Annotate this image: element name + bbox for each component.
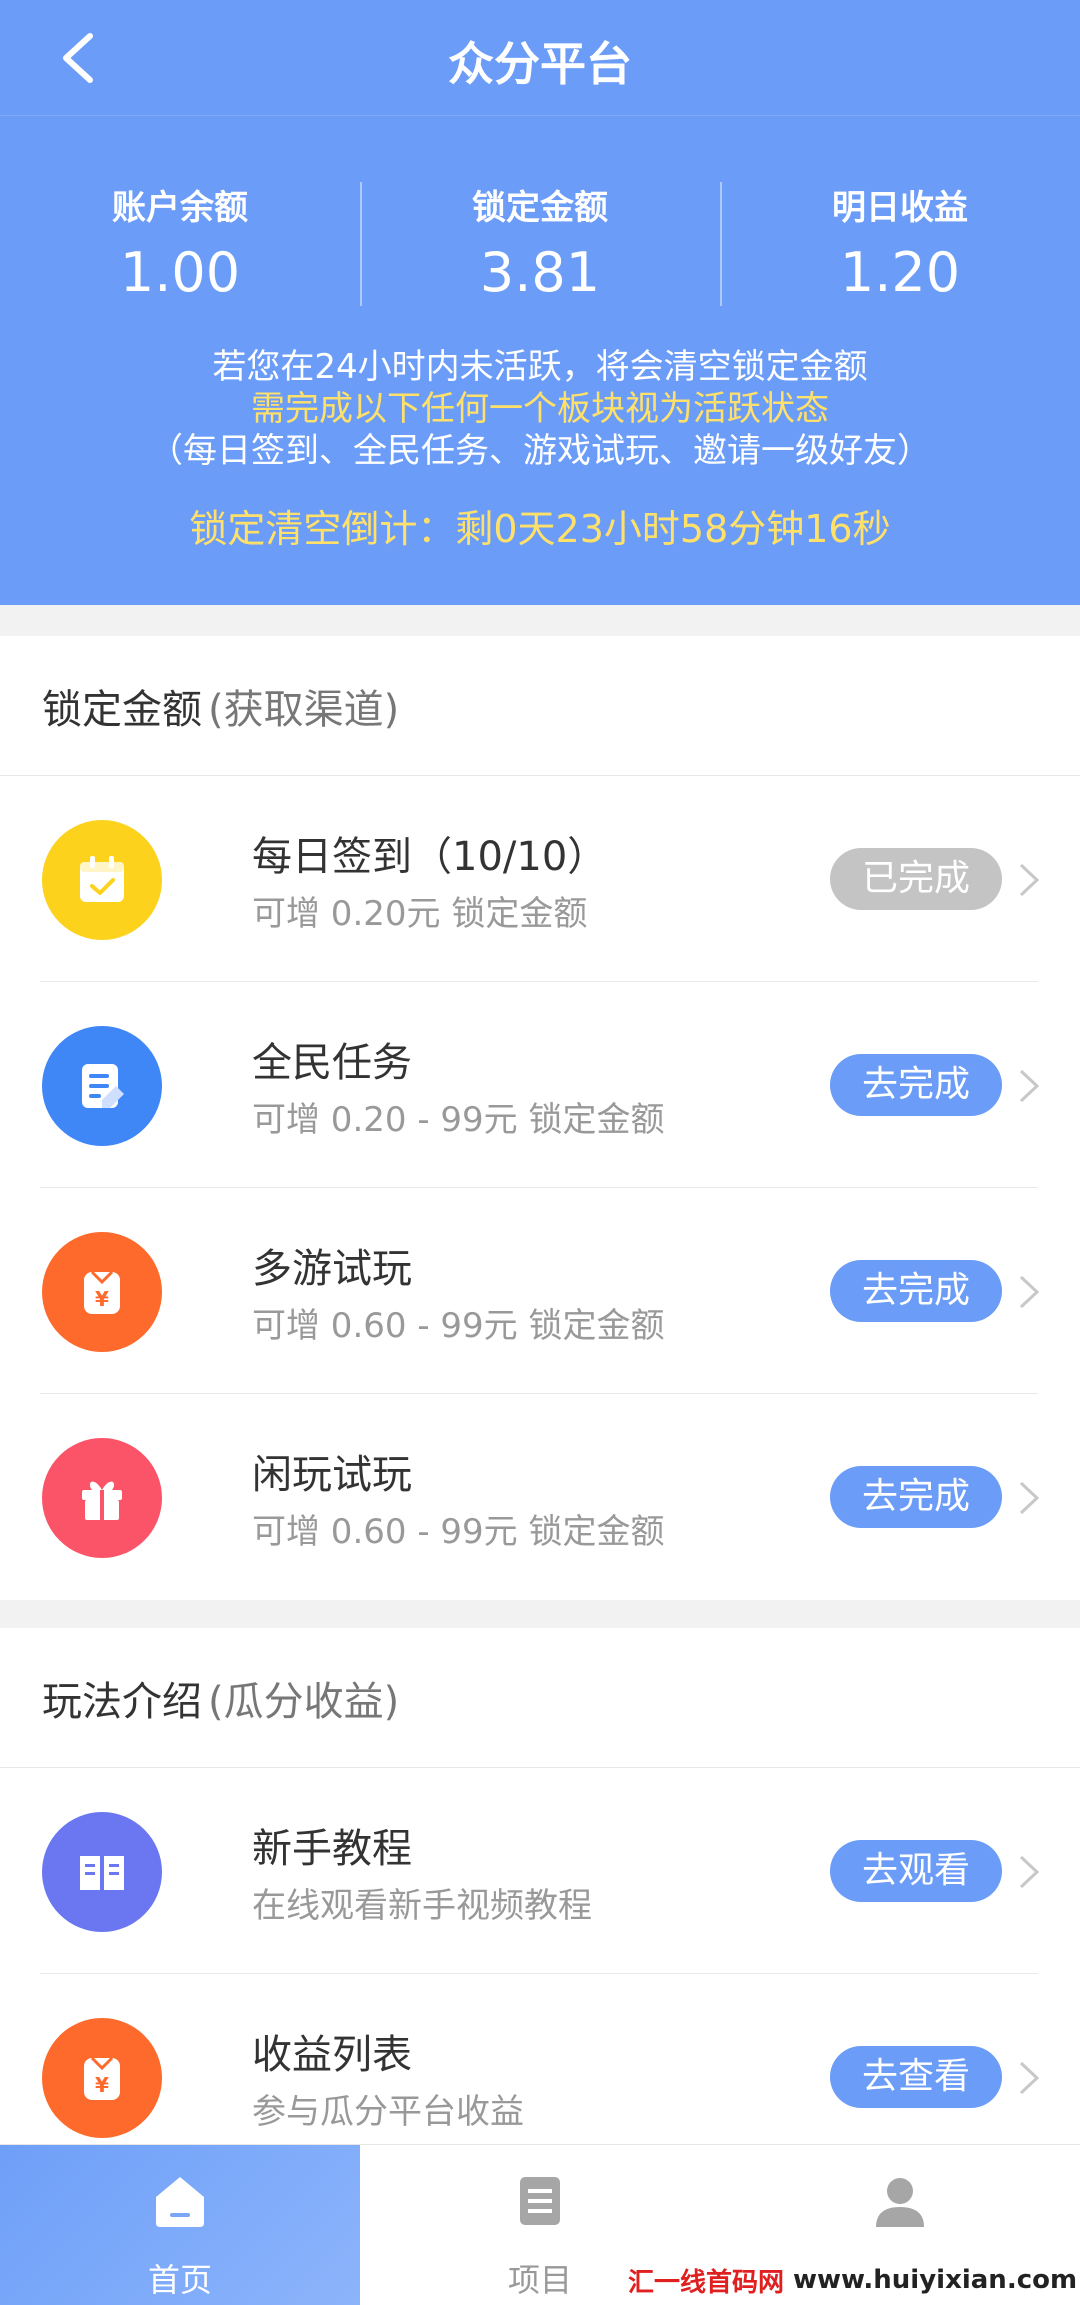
notepad-icon bbox=[42, 1026, 162, 1146]
section-subtitle: (获取渠道) bbox=[208, 686, 400, 733]
go-complete-button[interactable]: 去完成 bbox=[830, 1260, 1002, 1322]
stat-value: 3.81 bbox=[479, 241, 601, 304]
section-header: 锁定金额 (获取渠道) bbox=[0, 636, 1080, 776]
chevron-right-icon bbox=[1019, 1855, 1040, 1889]
notice-activity-list: （每日签到、全民任务、游戏试玩、邀请一级好友） bbox=[149, 431, 931, 471]
stat-label: 锁定金额 bbox=[472, 188, 608, 228]
stat-account-balance: 账户余额 1.00 bbox=[0, 178, 360, 308]
tab-home[interactable]: 首页 bbox=[0, 2145, 360, 2305]
item-title: 每日签到（10/10） bbox=[252, 834, 608, 880]
item-description: 可增 0.60 - 99元 锁定金额 bbox=[252, 1512, 665, 1552]
item-description: 在线观看新手视频教程 bbox=[252, 1886, 592, 1926]
section-subtitle: (瓜分收益) bbox=[208, 1678, 400, 1725]
document-icon bbox=[520, 2177, 560, 2225]
svg-text:¥: ¥ bbox=[95, 2073, 109, 2097]
list-item-all-tasks[interactable]: 全民任务 可增 0.20 - 99元 锁定金额 去完成 bbox=[0, 982, 1080, 1188]
notice-inactive-warning: 若您在24小时内未活跃，将会清空锁定金额 bbox=[212, 347, 868, 387]
stat-locked-amount: 锁定金额 3.81 bbox=[360, 178, 720, 308]
item-description: 可增 0.60 - 99元 锁定金额 bbox=[252, 1306, 665, 1346]
stat-tomorrow-earnings: 明日收益 1.20 bbox=[720, 178, 1080, 308]
item-title: 全民任务 bbox=[252, 1040, 412, 1086]
stat-label: 明日收益 bbox=[832, 188, 968, 228]
stats-row: 账户余额 1.00 锁定金额 3.81 明日收益 1.20 bbox=[0, 178, 1080, 308]
completed-button[interactable]: 已完成 bbox=[830, 848, 1002, 910]
item-title: 闲玩试玩 bbox=[252, 1452, 412, 1498]
yen-bag-icon: ¥ bbox=[42, 2018, 162, 2138]
item-description: 可增 0.20 - 99元 锁定金额 bbox=[252, 1100, 665, 1140]
page-title: 众分平台 bbox=[448, 37, 632, 91]
stat-value: 1.20 bbox=[839, 241, 961, 304]
list-item-multi-game-trial[interactable]: ¥ 多游试玩 可增 0.60 - 99元 锁定金额 去完成 bbox=[0, 1188, 1080, 1394]
watch-button[interactable]: 去观看 bbox=[830, 1840, 1002, 1902]
chevron-right-icon bbox=[1019, 863, 1040, 897]
stat-label: 账户余额 bbox=[112, 188, 248, 228]
gift-icon bbox=[42, 1438, 162, 1558]
go-complete-button[interactable]: 去完成 bbox=[830, 1466, 1002, 1528]
item-description: 可增 0.20元 锁定金额 bbox=[252, 894, 588, 934]
chevron-right-icon bbox=[1019, 1069, 1040, 1103]
item-description: 参与瓜分平台收益 bbox=[252, 2092, 524, 2132]
tab-label: 首页 bbox=[147, 2261, 212, 2299]
notice-active-condition: 需完成以下任何一个板块视为活跃状态 bbox=[251, 389, 829, 429]
item-title: 多游试玩 bbox=[252, 1246, 412, 1292]
view-button[interactable]: 去查看 bbox=[830, 2046, 1002, 2108]
book-icon bbox=[42, 1812, 162, 1932]
section-title: 锁定金额 bbox=[42, 686, 202, 733]
item-title: 新手教程 bbox=[252, 1826, 412, 1872]
gameplay-intro-section: 玩法介绍 (瓜分收益) 新手教程 在线观看新手视频教程 去观看 ¥ 收益列表 参… bbox=[0, 1628, 1080, 2148]
stat-value: 1.00 bbox=[119, 241, 241, 304]
top-navigation-bar: 众分平台 bbox=[0, 0, 1080, 116]
header-panel: 众分平台 账户余额 1.00 锁定金额 3.81 明日收益 1.20 若您在24… bbox=[0, 0, 1080, 605]
chevron-right-icon bbox=[1019, 1275, 1040, 1309]
user-icon bbox=[876, 2178, 924, 2227]
chevron-right-icon bbox=[1019, 1481, 1040, 1515]
yen-bag-icon: ¥ bbox=[42, 1232, 162, 1352]
section-header: 玩法介绍 (瓜分收益) bbox=[0, 1628, 1080, 1768]
locked-amount-section: 锁定金额 (获取渠道) 每日签到（10/10） 可增 0.20元 锁定金额 已完… bbox=[0, 636, 1080, 1600]
svg-text:¥: ¥ bbox=[95, 1287, 109, 1311]
list-item-daily-checkin[interactable]: 每日签到（10/10） 可增 0.20元 锁定金额 已完成 bbox=[0, 776, 1080, 982]
item-title: 收益列表 bbox=[252, 2032, 412, 2078]
watermark-url: www.huiyixian.com bbox=[793, 2265, 1078, 2295]
site-watermark: 汇一线首码网 www.huiyixian.com bbox=[625, 2255, 1080, 2305]
list-item-beginner-tutorial[interactable]: 新手教程 在线观看新手视频教程 去观看 bbox=[0, 1768, 1080, 1974]
watermark-site-name: 汇一线首码网 bbox=[627, 2267, 784, 2298]
list-item-leisure-trial[interactable]: 闲玩试玩 可增 0.60 - 99元 锁定金额 去完成 bbox=[0, 1394, 1080, 1600]
section-title: 玩法介绍 bbox=[42, 1678, 202, 1725]
go-complete-button[interactable]: 去完成 bbox=[830, 1054, 1002, 1116]
chevron-right-icon bbox=[1019, 2061, 1040, 2095]
home-icon bbox=[156, 2177, 204, 2227]
countdown-text: 锁定清空倒计：剩0天23小时58分钟16秒 bbox=[189, 507, 891, 551]
calendar-icon bbox=[42, 820, 162, 940]
